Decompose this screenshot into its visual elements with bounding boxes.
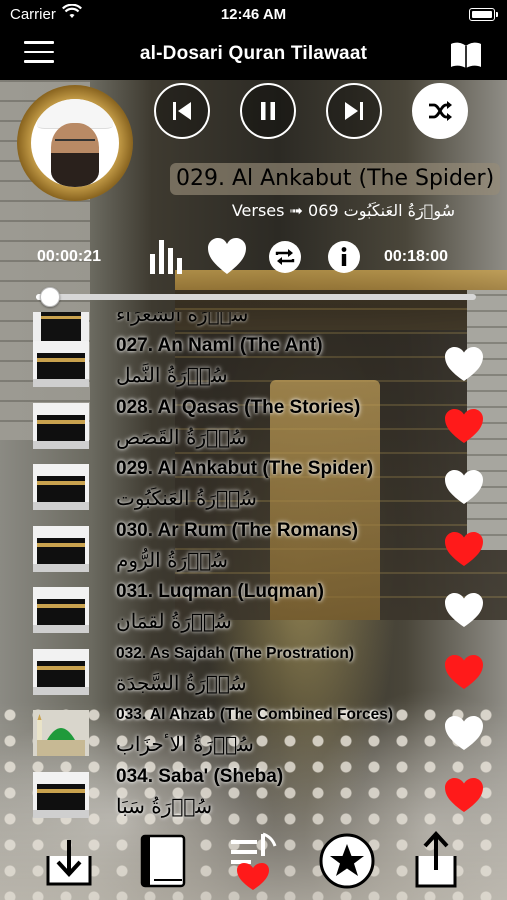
list-item-partial[interactable]: سُوۡرَةُ الشُّعَرَاء	[0, 312, 507, 348]
shuffle-button[interactable]	[412, 83, 468, 139]
progress-slider[interactable]	[36, 287, 476, 307]
progress-knob[interactable]	[40, 287, 60, 307]
list-item[interactable]: 034. Saba' (Sheba) سُوۡرَةُ سَبَا	[0, 764, 507, 823]
list-item[interactable]: 031. Luqman (Luqman) سُوۡرَةُ لقمَان	[0, 579, 507, 640]
reciter-avatar	[17, 85, 133, 201]
skip-next-icon	[345, 102, 363, 120]
kaaba-icon	[33, 464, 89, 510]
surah-title-en: 031. Luqman (Luqman)	[116, 581, 324, 602]
favorite-list-icon	[231, 832, 277, 890]
open-book-icon[interactable]	[449, 40, 483, 70]
tab-read[interactable]	[132, 830, 194, 892]
heart-icon[interactable]	[443, 530, 485, 568]
kaaba-icon	[33, 525, 89, 572]
equalizer-icon[interactable]	[148, 238, 188, 276]
surah-title-ar: سُوۡرَةُ الاٴحزَاب	[116, 732, 254, 756]
surah-title-ar: سُوۡرَةُ السَّجدَة	[116, 670, 247, 695]
verses-info: Verses ➟ 069 سُوۡرَةُ العَنکَبُوت	[231, 201, 455, 220]
list-item[interactable]: 028. Al Qasas (The Stories) سُوۡرَةُ القَ…	[0, 395, 507, 456]
surah-title-en: 028. Al Qasas (The Stories)	[116, 396, 361, 418]
surah-title-en: 027. An Naml (The Ant)	[116, 335, 323, 356]
mosque-icon	[33, 710, 89, 756]
surah-list: سُوۡرَةُ الشُّعَرَاء 027. An Naml (The A…	[0, 312, 507, 822]
surah-title-en: 032. As Sajdah (The Prostration)	[116, 644, 355, 662]
heart-icon[interactable]	[443, 591, 485, 629]
player-panel: 029. Al Ankabut (The Spider) Verses ➟ 06…	[0, 80, 507, 312]
clock: 12:46 AM	[220, 6, 287, 23]
surah-title-en: 033. Al Ahzab (The Combined Forces)	[116, 706, 394, 723]
pause-icon	[261, 102, 275, 120]
tab-bar	[0, 822, 507, 900]
surah-title-en: 029. Al Ankabut (The Spider)	[116, 458, 374, 479]
heart-icon[interactable]	[443, 776, 485, 814]
tab-rate[interactable]	[316, 830, 378, 892]
repeat-icon[interactable]	[268, 240, 302, 274]
previous-button[interactable]	[154, 83, 210, 139]
kaaba-icon	[33, 771, 89, 818]
elapsed-time: 00:00:21	[37, 248, 102, 265]
tab-share[interactable]	[405, 830, 467, 892]
surah-title-en: 030. Ar Rum (The Romans)	[116, 519, 359, 541]
shuffle-icon	[429, 101, 452, 121]
battery-icon	[469, 8, 498, 21]
surah-title-ar: سُوۡرَةُ العَنکَبُوت	[116, 486, 257, 510]
now-playing-title: 029. Al Ankabut (The Spider)	[170, 163, 501, 195]
kaaba-icon	[33, 648, 89, 695]
next-button[interactable]	[326, 83, 382, 139]
heart-icon[interactable]	[443, 653, 485, 691]
kaaba-icon	[33, 587, 89, 633]
total-duration: 00:18:00	[384, 248, 449, 265]
list-item[interactable]: 029. Al Ankabut (The Spider) سُوۡرَةُ الع…	[0, 456, 507, 517]
kaaba-icon	[33, 402, 89, 449]
nav-bar: al-Dosari Quran Tilawaat	[0, 32, 507, 80]
book-icon	[140, 834, 186, 888]
pause-button[interactable]	[240, 83, 296, 139]
heart-icon[interactable]	[443, 345, 485, 383]
tab-favorites[interactable]	[223, 830, 285, 892]
status-bar: Carrier 12:46 AM	[0, 0, 507, 32]
surah-title-ar: سُوۡرَةُ سَبَا	[116, 793, 213, 818]
kaaba-icon	[33, 341, 89, 387]
list-item[interactable]: 033. Al Ahzab (The Combined Forces) سُوۡر…	[0, 702, 507, 763]
page-title: al-Dosari Quran Tilawaat	[139, 43, 368, 64]
info-icon[interactable]	[327, 240, 361, 274]
favorite-toggle-icon[interactable]	[206, 236, 248, 276]
heart-icon[interactable]	[443, 714, 485, 752]
surah-title-en: 034. Saba' (Sheba)	[116, 765, 284, 787]
list-item[interactable]: 027. An Naml (The Ant) سُوۡرَةُ النَّمل	[0, 333, 507, 394]
list-item[interactable]: 030. Ar Rum (The Romans) سُوۡرَةُ الرُّوم	[0, 518, 507, 579]
surah-title-ar: سُوۡرَةُ الرُّوم	[116, 547, 228, 572]
surah-title-ar: سُوۡرَةُ القَصَص	[116, 424, 247, 449]
heart-icon[interactable]	[443, 407, 485, 445]
surah-title-ar: سُوۡرَةُ النَّمل	[116, 363, 228, 387]
star-circle-icon	[319, 833, 375, 889]
partial-surah-arabic: سُوۡرَةُ الشُّعَرَاء	[116, 312, 249, 326]
download-icon	[46, 840, 92, 886]
heart-icon[interactable]	[443, 468, 485, 506]
surah-title-ar: سُوۡرَةُ لقمَان	[116, 609, 232, 633]
share-icon	[415, 831, 457, 888]
tab-downloads[interactable]	[38, 830, 100, 892]
list-item[interactable]: 032. As Sajdah (The Prostration) سُوۡرَةُ…	[0, 641, 507, 702]
skip-previous-icon	[173, 102, 191, 120]
